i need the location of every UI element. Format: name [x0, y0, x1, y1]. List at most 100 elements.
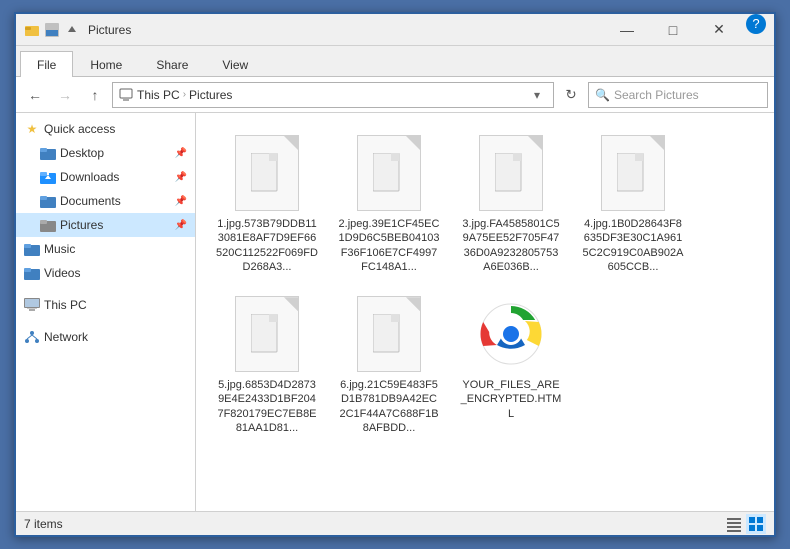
- sidebar-videos-label: Videos: [44, 266, 80, 280]
- file-name-6: 6.jpg.21C59E483F5D1B781DB9A42EC2C1F44A7C…: [338, 378, 440, 435]
- title-bar: Pictures — □ ✕ ?: [16, 14, 774, 46]
- breadcrumb-pictures: Pictures: [189, 88, 232, 102]
- explorer-window: Pictures — □ ✕ ? File Home Share View ← …: [14, 12, 776, 537]
- document-icon: [479, 135, 543, 211]
- folder-icon: [40, 145, 56, 161]
- file-name-2: 2.jpeg.39E1CF45EC1D9D6C5BEB04103F36F106E…: [338, 217, 440, 274]
- status-bar: 7 items: [16, 511, 774, 535]
- tab-home[interactable]: Home: [73, 51, 139, 77]
- doc-svg: [251, 153, 283, 193]
- pin-icon-downloads: 📌: [175, 172, 187, 183]
- sidebar-item-network[interactable]: Network: [16, 325, 195, 349]
- list-item[interactable]: 2.jpeg.39E1CF45EC1D9D6C5BEB04103F36F106E…: [334, 129, 444, 278]
- file-icon-5: [227, 294, 307, 374]
- sidebar: ★ Quick access Desktop 📌 Downloads 📌: [16, 113, 196, 511]
- music-folder-icon: [24, 241, 40, 257]
- file-icon-4: [593, 133, 673, 213]
- documents-folder-icon: [40, 193, 56, 209]
- file-icon-1: [227, 133, 307, 213]
- maximize-button[interactable]: □: [650, 14, 696, 46]
- document-icon: [357, 135, 421, 211]
- doc-svg: [251, 314, 283, 354]
- window-title: Pictures: [88, 23, 604, 37]
- file-icon-2: [349, 133, 429, 213]
- pin-icon-pictures: 📌: [175, 220, 187, 231]
- address-dropdown-button[interactable]: ▾: [527, 83, 547, 107]
- pin-icon: 📌: [175, 148, 187, 159]
- sidebar-desktop-label: Desktop: [60, 146, 104, 160]
- file-icon-3: [471, 133, 551, 213]
- main-area: ★ Quick access Desktop 📌 Downloads 📌: [16, 113, 774, 511]
- search-box[interactable]: 🔍 Search Pictures: [588, 82, 768, 108]
- list-item[interactable]: 5.jpg.6853D4D28739E4E2433D1BF2047F820179…: [212, 290, 322, 439]
- list-item[interactable]: 3.jpg.FA4585801C59A75EE52F705F4736D0A923…: [456, 129, 566, 278]
- sidebar-item-videos[interactable]: Videos: [16, 261, 195, 285]
- view-controls: [724, 514, 766, 534]
- sidebar-item-documents[interactable]: Documents 📌: [16, 189, 195, 213]
- sidebar-downloads-label: Downloads: [60, 170, 119, 184]
- star-icon: ★: [24, 121, 40, 137]
- back-button[interactable]: ←: [22, 82, 48, 108]
- refresh-button[interactable]: ↻: [558, 82, 584, 108]
- doc-svg: [373, 153, 405, 193]
- file-grid: 1.jpg.573B79DDB113081E8AF7D9EF66520C1125…: [204, 121, 766, 447]
- sidebar-item-thispc[interactable]: This PC: [16, 293, 195, 317]
- sidebar-item-music[interactable]: Music: [16, 237, 195, 261]
- videos-folder-icon: [24, 265, 40, 281]
- minimize-button[interactable]: —: [604, 14, 650, 46]
- computer-icon: [24, 297, 40, 313]
- file-name-7: YOUR_FILES_ARE_ENCRYPTED.HTML: [460, 378, 562, 421]
- sidebar-music-label: Music: [44, 242, 75, 256]
- document-icon: [357, 296, 421, 372]
- sidebar-item-downloads[interactable]: Downloads 📌: [16, 165, 195, 189]
- sidebar-thispc-label: This PC: [44, 298, 87, 312]
- pin-icon-documents: 📌: [175, 196, 187, 207]
- up-button[interactable]: ↑: [82, 82, 108, 108]
- title-bar-icons: [24, 22, 80, 38]
- item-count: 7 items: [24, 517, 63, 531]
- file-name-4: 4.jpg.1B0D28643F8635DF3E30C1A9615C2C919C…: [582, 217, 684, 274]
- document-icon: [601, 135, 665, 211]
- document-icon: [235, 135, 299, 211]
- document-icon: [235, 296, 299, 372]
- list-item[interactable]: 1.jpg.573B79DDB113081E8AF7D9EF66520C1125…: [212, 129, 322, 278]
- list-item[interactable]: 6.jpg.21C59E483F5D1B781DB9A42EC2C1F44A7C…: [334, 290, 444, 439]
- list-view-button[interactable]: [724, 514, 744, 534]
- doc-svg: [373, 314, 405, 354]
- computer-small-icon: [119, 88, 133, 102]
- network-icon: [24, 329, 40, 345]
- title-bar-controls: — □ ✕ ?: [604, 14, 766, 46]
- sidebar-item-pictures[interactable]: Pictures 📌: [16, 213, 195, 237]
- file-icon-7: [471, 294, 551, 374]
- help-button[interactable]: ?: [746, 14, 766, 34]
- breadcrumb-thispc: This PC: [137, 88, 180, 102]
- file-content-area: 1.jpg.573B79DDB113081E8AF7D9EF66520C1125…: [196, 113, 774, 511]
- download-folder-icon: [40, 169, 56, 185]
- forward-button[interactable]: →: [52, 82, 78, 108]
- file-name-1: 1.jpg.573B79DDB113081E8AF7D9EF66520C1125…: [216, 217, 318, 274]
- tab-view[interactable]: View: [205, 51, 265, 77]
- address-bar: ← → ↑ This PC › Pictures ▾ ↻ 🔍 Search Pi…: [16, 77, 774, 113]
- file-icon-6: [349, 294, 429, 374]
- file-name-3: 3.jpg.FA4585801C59A75EE52F705F4736D0A923…: [460, 217, 562, 274]
- doc-svg: [495, 153, 527, 193]
- search-placeholder: Search Pictures: [614, 88, 761, 102]
- breadcrumb-sep: ›: [183, 89, 186, 100]
- grid-view-button[interactable]: [746, 514, 766, 534]
- tab-share[interactable]: Share: [139, 51, 205, 77]
- title-icon-2: [44, 22, 60, 38]
- search-icon: 🔍: [595, 88, 610, 102]
- pictures-folder-icon: [40, 217, 56, 233]
- list-item[interactable]: YOUR_FILES_ARE_ENCRYPTED.HTML: [456, 290, 566, 439]
- sidebar-item-desktop[interactable]: Desktop 📌: [16, 141, 195, 165]
- sidebar-section-quick-access: ★ Quick access: [16, 117, 195, 141]
- ribbon-tabs: File Home Share View: [16, 46, 774, 76]
- sidebar-pictures-label: Pictures: [60, 218, 103, 232]
- file-name-5: 5.jpg.6853D4D28739E4E2433D1BF2047F820179…: [216, 378, 318, 435]
- chrome-icon: [479, 302, 543, 366]
- close-button[interactable]: ✕: [696, 14, 742, 46]
- list-item[interactable]: 4.jpg.1B0D28643F8635DF3E30C1A9615C2C919C…: [578, 129, 688, 278]
- address-box[interactable]: This PC › Pictures ▾: [112, 82, 554, 108]
- tab-file[interactable]: File: [20, 51, 73, 77]
- sidebar-documents-label: Documents: [60, 194, 121, 208]
